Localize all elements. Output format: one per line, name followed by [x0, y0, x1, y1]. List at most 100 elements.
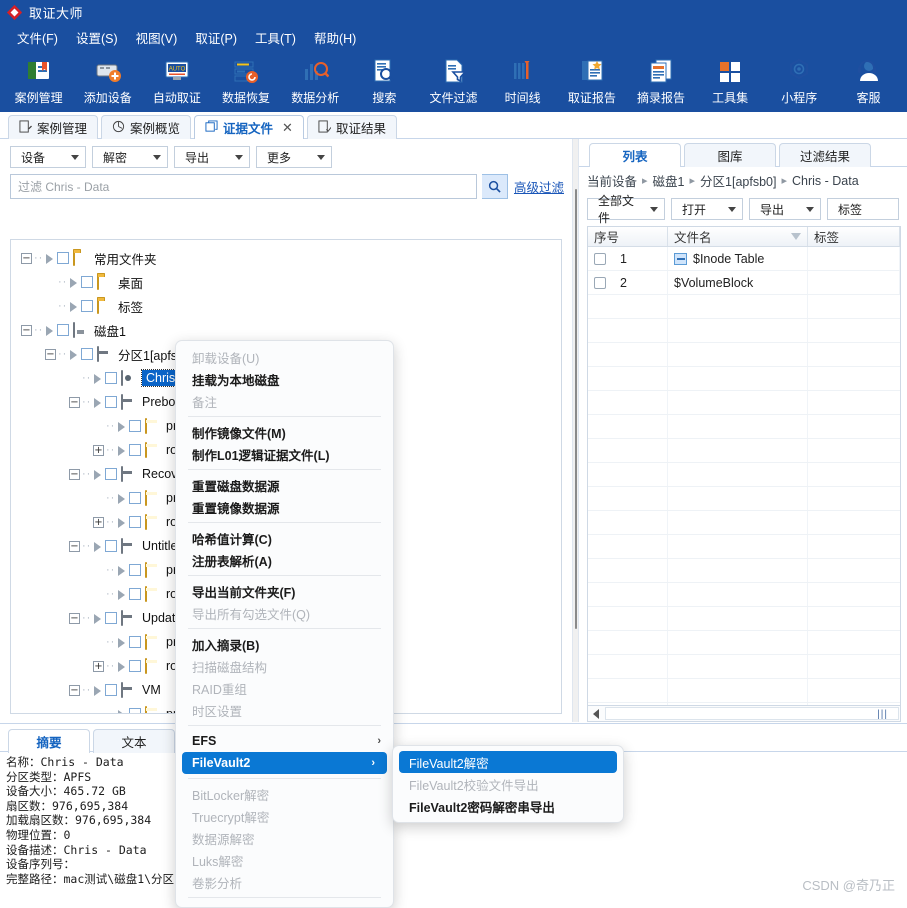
tree-checkbox[interactable]	[105, 540, 117, 552]
tree-expander-icon[interactable]: −	[69, 468, 80, 480]
toolbar-button-forensic-report[interactable]: 取证报告	[557, 53, 626, 106]
advanced-filter-link[interactable]: 高级过滤	[514, 177, 564, 196]
tree-node[interactable]: ·· 标签	[11, 294, 561, 318]
context-menu-item[interactable]: 导出当前文件夹(F)	[176, 580, 393, 602]
column-header-filename[interactable]: 文件名	[668, 227, 808, 246]
toolbar-button-case-manage[interactable]: 案例管理	[4, 53, 73, 106]
menu-item-help[interactable]: 帮助(H)	[305, 25, 365, 50]
toolbar-button-file-filter[interactable]: 文件过滤	[419, 53, 488, 106]
menu-item-forensics[interactable]: 取证(P)	[186, 25, 246, 50]
breadcrumb-item-2[interactable]: 分区1[apfsb0]	[700, 171, 776, 190]
tree-expander-icon[interactable]: −	[21, 252, 32, 264]
table-row[interactable]: 1 $Inode Table	[588, 247, 900, 271]
all-files-dropdown-button[interactable]: 全部文件	[587, 194, 665, 225]
breadcrumb-item-0[interactable]: 当前设备	[587, 171, 637, 190]
export-dropdown-button[interactable]: 导出	[174, 146, 250, 168]
context-menu-item[interactable]: 重置镜像数据源	[176, 496, 393, 518]
tree-checkbox[interactable]	[81, 348, 93, 360]
tree-expander-icon[interactable]: −	[21, 324, 32, 336]
decrypt-dropdown-button[interactable]: 解密	[92, 146, 168, 168]
row-checkbox[interactable]	[594, 252, 606, 265]
tree-expander-icon[interactable]: −	[45, 348, 56, 360]
toolbar-button-customer-service[interactable]: 客服	[834, 53, 903, 106]
device-dropdown-button[interactable]: 设备	[10, 146, 86, 168]
tab-text[interactable]: 文本	[93, 729, 175, 753]
menu-item-file[interactable]: 文件(F)	[8, 25, 67, 50]
menu-item-tools[interactable]: 工具(T)	[246, 25, 305, 50]
pane-splitter[interactable]	[572, 139, 579, 722]
tree-checkbox[interactable]	[129, 660, 141, 672]
context-menu[interactable]: 卸载设备(U) 挂载为本地磁盘 备注 制作镜像文件(M) 制作L01逻辑证据文件(L) 重…	[175, 340, 394, 908]
row-checkbox[interactable]	[594, 276, 606, 289]
tab-forensic-result[interactable]: 取证结果	[306, 115, 397, 139]
context-menu-item[interactable]: 注册表解析(A)	[176, 549, 393, 571]
filter-icon[interactable]	[791, 233, 801, 240]
tree-checkbox[interactable]	[105, 396, 117, 408]
tree-checkbox[interactable]	[105, 684, 117, 696]
tree-expander-icon[interactable]: +	[93, 516, 104, 528]
tree-checkbox[interactable]	[105, 372, 117, 384]
tree-checkbox[interactable]	[57, 252, 69, 264]
table-row[interactable]: 2 $VolumeBlock	[588, 271, 900, 295]
horizontal-scrollbar[interactable]: |||	[587, 705, 901, 722]
tree-checkbox[interactable]	[129, 516, 141, 528]
context-menu-item[interactable]: EFS ›	[176, 730, 393, 752]
tree-expander-icon[interactable]: −	[69, 540, 80, 552]
tree-checkbox[interactable]	[129, 588, 141, 600]
toolbar-button-search[interactable]: 搜索	[350, 53, 419, 106]
tree-checkbox[interactable]	[129, 636, 141, 648]
context-menu-item[interactable]: 哈希值计算(C)	[176, 527, 393, 549]
context-menu-item[interactable]: FileVault2 ›	[182, 752, 387, 774]
tab-gallery[interactable]: 图库	[684, 143, 776, 167]
tag-dropdown-button[interactable]: 标签	[827, 198, 899, 220]
tree-expander-icon[interactable]: −	[69, 396, 80, 408]
tab-list[interactable]: 列表	[589, 143, 681, 167]
close-icon[interactable]: ✕	[282, 120, 293, 136]
tree-checkbox[interactable]	[129, 564, 141, 576]
context-menu-item[interactable]: 制作镜像文件(M)	[176, 421, 393, 443]
toolbar-button-toolset[interactable]: 工具集	[696, 53, 765, 106]
scroll-left-arrow-icon[interactable]	[588, 706, 604, 721]
context-menu-item[interactable]: 制作L01逻辑证据文件(L)	[176, 443, 393, 465]
context-menu-item[interactable]: 重置磁盘数据源	[176, 474, 393, 496]
context-menu-item[interactable]: 加入摘录(B)	[176, 633, 393, 655]
column-header-index[interactable]: 序号	[588, 227, 668, 246]
more-dropdown-button[interactable]: 更多	[256, 146, 332, 168]
tree-expander-icon[interactable]: +	[93, 660, 104, 672]
tree-checkbox[interactable]	[105, 612, 117, 624]
menu-item-settings[interactable]: 设置(S)	[67, 25, 127, 50]
menu-item-view[interactable]: 视图(V)	[127, 25, 187, 50]
tab-case-overview[interactable]: 案例概览	[101, 115, 192, 139]
column-header-tag[interactable]: 标签	[808, 227, 900, 246]
export-dropdown-button-right[interactable]: 导出	[749, 198, 821, 220]
breadcrumb-item-1[interactable]: 磁盘1	[653, 171, 685, 190]
tree-expander-icon[interactable]: +	[93, 444, 104, 456]
toolbar-button-data-recovery[interactable]: 数据恢复	[211, 53, 280, 106]
tree-node[interactable]: − ·· 常用文件夹	[11, 246, 561, 270]
toolbar-button-timeline[interactable]: 时间线	[488, 53, 557, 106]
tab-filter-result[interactable]: 过滤结果	[779, 143, 871, 167]
scrollbar-thumb[interactable]: |||	[605, 707, 899, 720]
filevault2-submenu[interactable]: FileVault2解密 FileVault2校验文件导出 FileVault2密码…	[392, 745, 624, 823]
tree-node[interactable]: − ·· 磁盘1	[11, 318, 561, 342]
toolbar-button-miniapp[interactable]: 小程序	[765, 53, 834, 106]
toolbar-button-auto-forensics[interactable]: AUTO 自动取证	[142, 53, 211, 106]
tree-expander-icon[interactable]: −	[69, 684, 80, 696]
tree-checkbox[interactable]	[81, 276, 93, 288]
tree-expander-icon[interactable]: −	[69, 612, 80, 624]
file-list-table[interactable]: 序号 文件名 标签 1 $Inode Table 2 $VolumeBlock	[587, 226, 901, 705]
tree-checkbox[interactable]	[129, 420, 141, 432]
tree-checkbox[interactable]	[105, 468, 117, 480]
tree-checkbox[interactable]	[129, 492, 141, 504]
tree-checkbox[interactable]	[81, 300, 93, 312]
filter-input[interactable]	[11, 175, 476, 198]
tab-evidence-files[interactable]: 证据文件 ✕	[194, 115, 304, 139]
tree-node[interactable]: ·· 桌面	[11, 270, 561, 294]
context-menu-item[interactable]: 挂载为本地磁盘	[176, 368, 393, 390]
breadcrumb-item-3[interactable]: Chris - Data	[792, 174, 859, 188]
tab-case-manage[interactable]: 案例管理	[8, 115, 99, 139]
toolbar-button-excerpt-report[interactable]: 摘录报告	[626, 53, 695, 106]
tree-checkbox[interactable]	[129, 708, 141, 713]
tree-checkbox[interactable]	[57, 324, 69, 336]
toolbar-button-add-device[interactable]: 添加设备	[73, 53, 142, 106]
